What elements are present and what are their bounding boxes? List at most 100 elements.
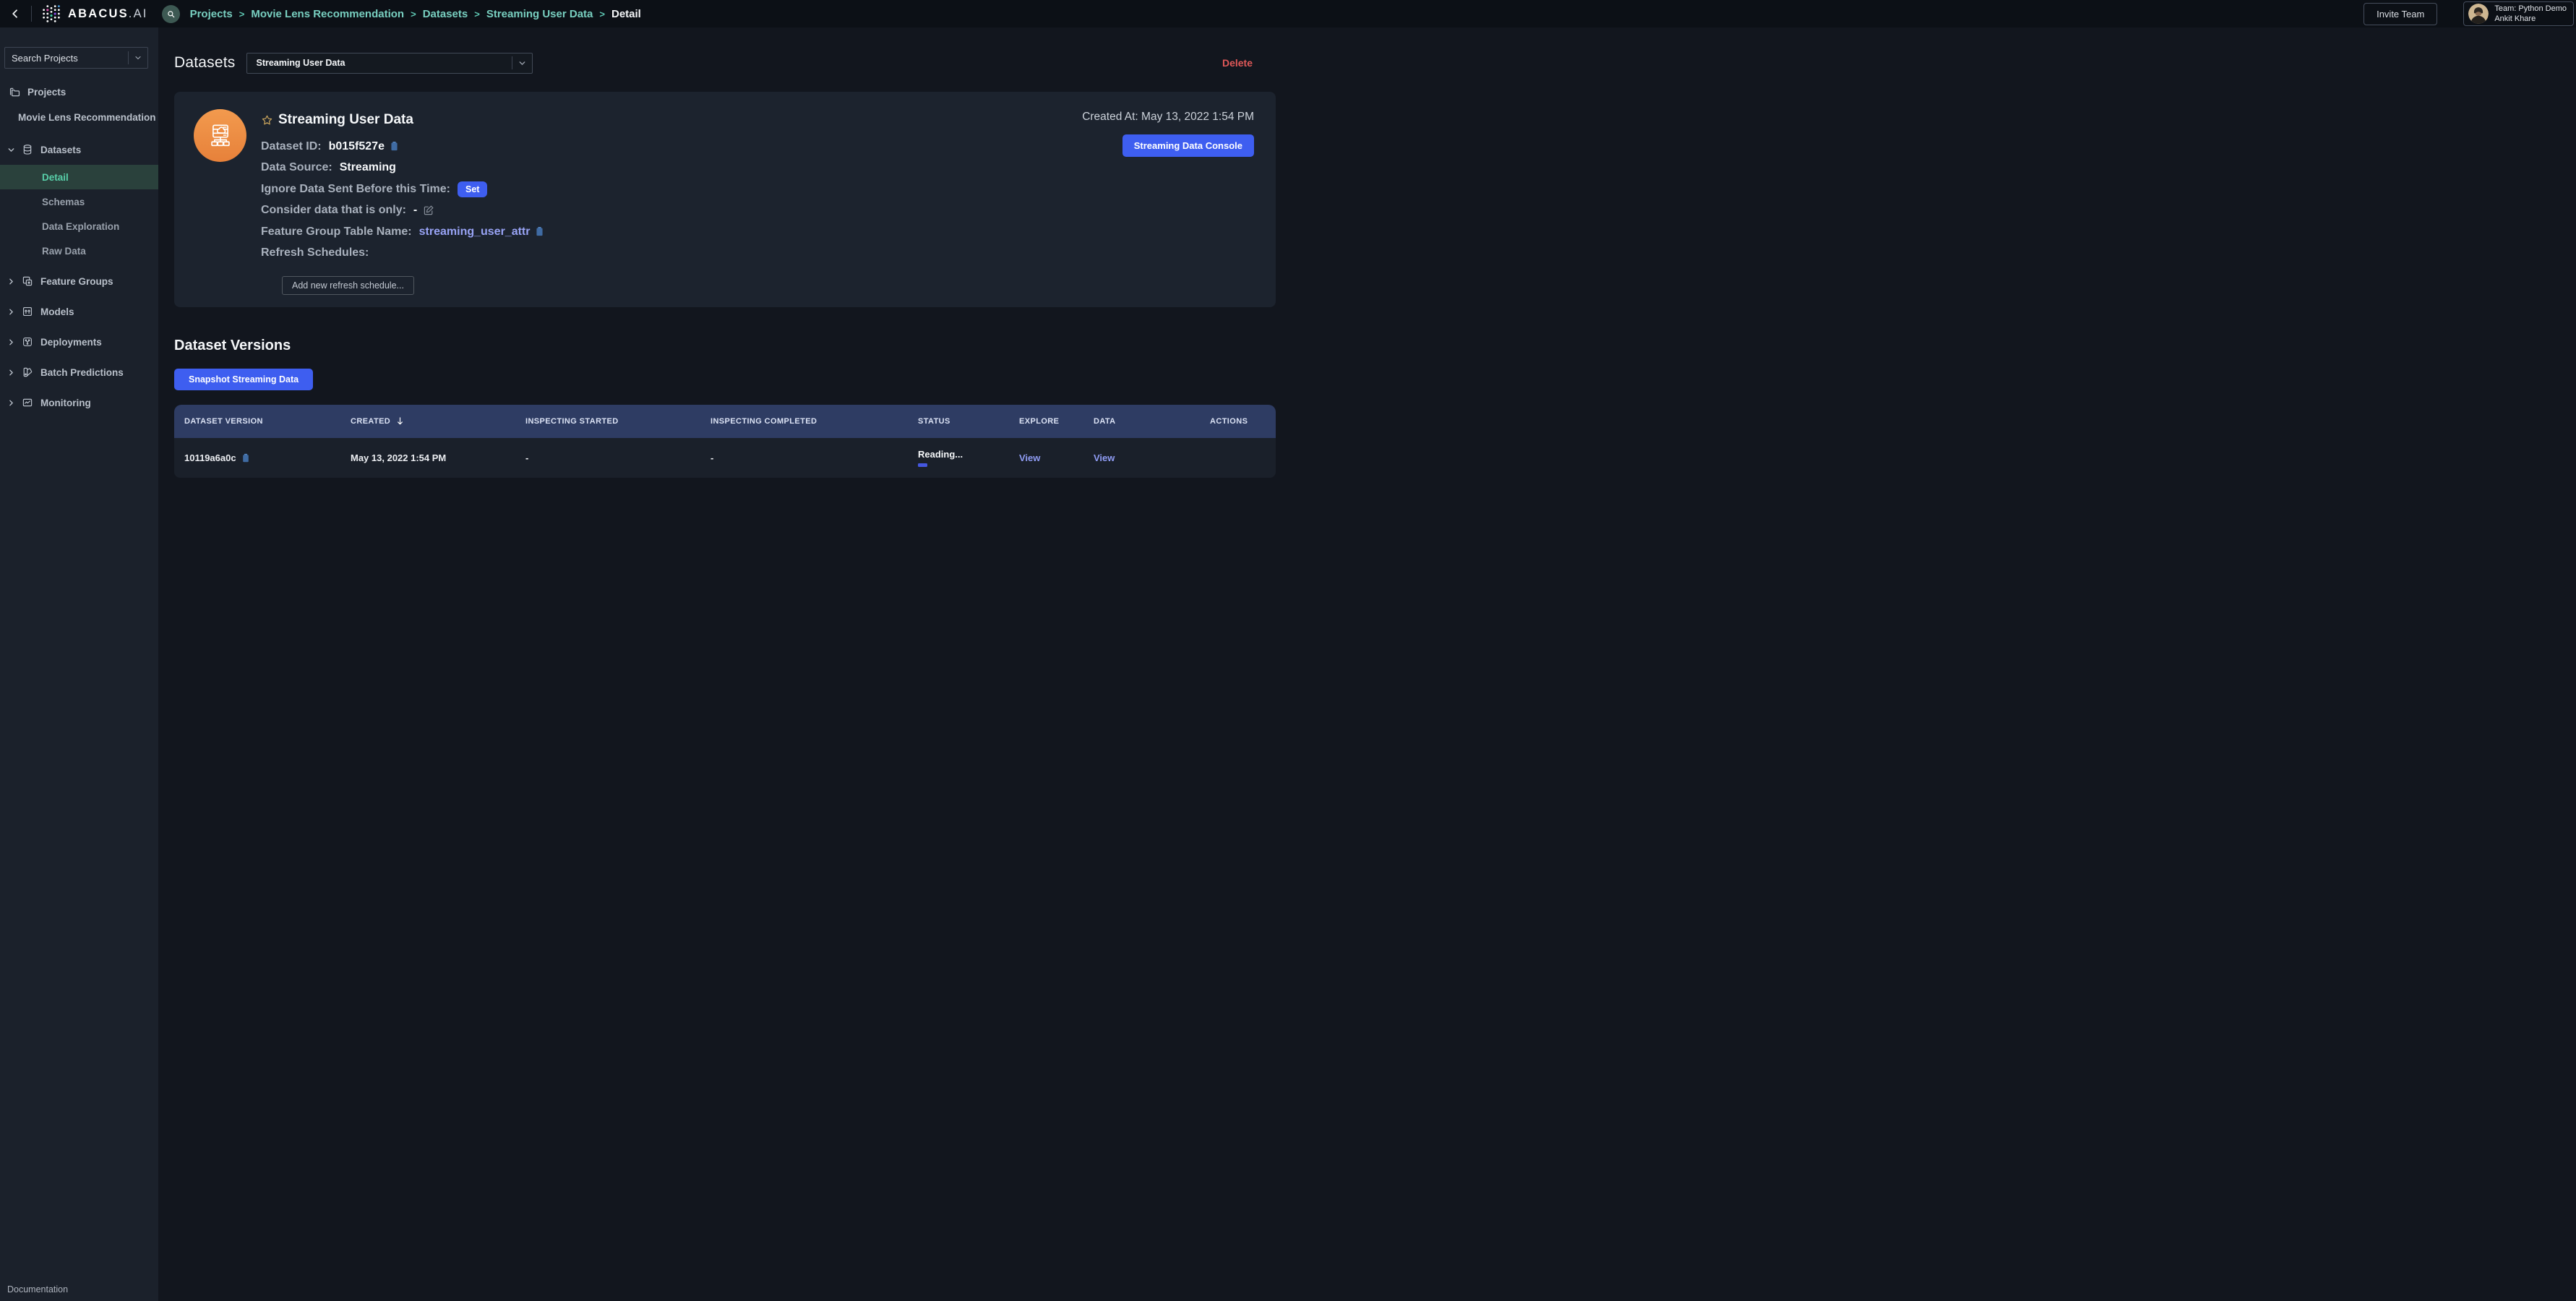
sidebar-item-label: Feature Groups [40,276,113,287]
user-menu[interactable]: Team: Python Demo Ankit Khare [2463,1,2574,26]
status-cell: Reading... [918,449,1019,467]
dataset-selector-value: Streaming User Data [247,58,512,68]
field-consider-only: Consider data that is only: - [261,205,544,218]
models-icon [22,306,33,317]
set-time-button[interactable]: Set [458,181,487,197]
breadcrumb-detail: Detail [611,8,641,20]
documentation-link[interactable]: Documentation [7,1284,68,1294]
chevron-right-icon [7,398,16,408]
chevron-right-icon [7,368,16,377]
breadcrumb-separator: > [239,9,245,20]
database-icon [22,144,33,155]
streaming-dataset-icon [194,109,246,162]
copy-icon[interactable] [390,141,399,152]
sidebar-subitem-raw-data[interactable]: Raw Data [0,239,158,263]
chevron-right-icon [7,307,16,317]
breadcrumb-projects[interactable]: Projects [190,8,233,20]
invite-team-button[interactable]: Invite Team [2364,3,2437,25]
abacus-logo-mark-icon [42,4,61,23]
topbar-divider [31,6,32,22]
sidebar-item-datasets[interactable]: Datasets [7,142,158,158]
explore-cell: View [1019,452,1094,463]
logo-brand-text: ABACUS.AI [68,7,148,21]
feature-group-table-value[interactable]: streaming_user_attr [419,226,531,239]
copy-icon[interactable] [535,226,544,237]
field-feature-group-table: Feature Group Table Name: streaming_user… [261,226,544,239]
monitoring-icon [22,397,33,408]
sidebar-item-label: Datasets [40,145,81,155]
sidebar-item-deployments[interactable]: Deployments [7,334,158,350]
edit-icon[interactable] [423,205,434,216]
breadcrumb-project[interactable]: Movie Lens Recommendation [251,8,404,20]
sidebar-item-projects[interactable]: Projects [9,85,158,99]
breadcrumb-datasets[interactable]: Datasets [423,8,468,20]
search-projects-placeholder: Search Projects [5,53,128,64]
sidebar-item-batch-predictions[interactable]: Batch Predictions [7,364,158,380]
field-label: Consider data that is only: [261,204,406,217]
search-projects-select[interactable]: Search Projects [4,47,148,69]
folder-icon [9,86,21,98]
version-cell: 10119a6a0c [174,452,351,463]
chevron-down-icon [129,53,147,62]
sidebar-item-monitoring[interactable]: Monitoring [7,395,158,411]
progress-bar [918,463,927,467]
breadcrumb-dataset-name[interactable]: Streaming User Data [486,8,593,20]
version-id: 10119a6a0c [184,452,236,463]
col-dataset-version: DATASET VERSION [174,417,351,426]
field-label: Refresh Schedules: [261,246,369,259]
data-cell: View [1094,452,1210,463]
search-icon[interactable] [162,5,180,23]
page-header: Datasets Streaming User Data Delete [174,52,1276,74]
favorite-star-icon[interactable] [261,114,273,126]
sidebar-item-models[interactable]: Models [7,304,158,319]
batch-predictions-icon [22,366,33,378]
sidebar-subitem-detail[interactable]: Detail [0,165,158,189]
col-actions: ACTIONS [1210,417,1276,426]
snapshot-streaming-data-button[interactable]: Snapshot Streaming Data [174,369,313,390]
back-chevron-icon[interactable] [9,8,21,20]
sidebar-item-label: Projects [27,87,66,98]
chevron-right-icon [7,338,16,347]
abacus-logo[interactable]: ABACUS.AI [42,4,148,23]
data-view-link[interactable]: View [1094,452,1115,463]
created-at-text: Created At: May 13, 2022 1:54 PM [1082,111,1254,124]
add-refresh-schedule-button[interactable]: Add new refresh schedule... [282,276,414,295]
dataset-versions-table: DATASET VERSION CREATED INSPECTING START… [174,405,1276,478]
table-row: 10119a6a0c May 13, 2022 1:54 PM - - Read… [174,438,1276,478]
breadcrumb-separator: > [411,9,416,20]
consider-only-value: - [413,204,417,217]
dataset-detail-card: Streaming User Data Dataset ID: b015f527… [174,92,1276,307]
datasets-submenu: Detail Schemas Data Exploration Raw Data [0,165,158,263]
streaming-data-console-button[interactable]: Streaming Data Console [1122,134,1254,157]
field-refresh-schedules: Refresh Schedules: [261,247,544,260]
sidebar-subitem-data-exploration[interactable]: Data Exploration [0,214,158,239]
sidebar-item-label: Models [40,306,74,317]
breadcrumb-separator: > [474,9,480,20]
field-label: Feature Group Table Name: [261,226,412,239]
sidebar-project-name[interactable]: Movie Lens Recommendation [18,110,158,124]
col-data: DATA [1094,417,1210,426]
avatar [2468,4,2489,24]
field-data-source: Data Source: Streaming [261,162,544,175]
breadcrumb: Projects > Movie Lens Recommendation > D… [190,8,641,20]
data-source-value: Streaming [340,161,396,174]
sidebar-item-label: Monitoring [40,398,91,408]
explore-view-link[interactable]: View [1019,452,1040,463]
sidebar-item-feature-groups[interactable]: Feature Groups [7,273,158,289]
delete-dataset-button[interactable]: Delete [1222,57,1253,69]
chevron-down-icon [512,59,532,68]
dataset-selector[interactable]: Streaming User Data [246,53,533,74]
dataset-id-value: b015f527e [329,140,385,153]
sidebar: Search Projects Projects Movie Lens Reco… [0,27,158,1301]
sidebar-subitem-schemas[interactable]: Schemas [0,189,158,214]
chevron-down-icon [7,145,16,155]
col-status: STATUS [918,417,1019,426]
feature-groups-icon [22,275,33,287]
breadcrumb-separator: > [599,9,605,20]
inspecting-completed-cell: - [710,452,918,463]
created-cell: May 13, 2022 1:54 PM [351,452,525,463]
col-created[interactable]: CREATED [351,416,525,426]
copy-icon[interactable] [241,453,250,463]
chevron-right-icon [7,277,16,286]
field-label: Dataset ID: [261,140,322,153]
